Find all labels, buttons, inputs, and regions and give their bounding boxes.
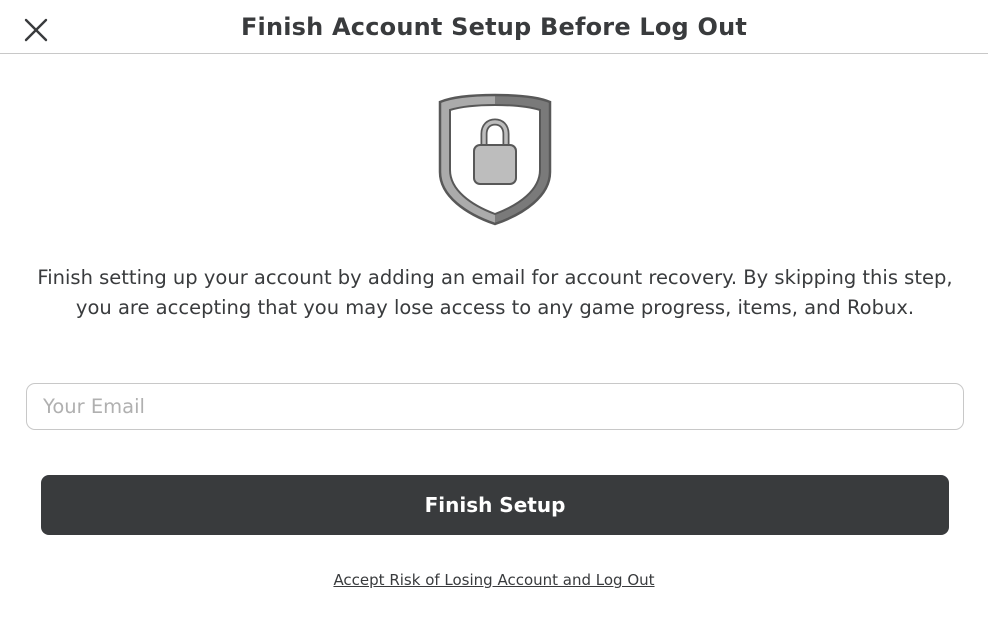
accept-risk-container: Accept Risk of Losing Account and Log Ou…: [0, 571, 988, 589]
dialog-header: Finish Account Setup Before Log Out: [0, 0, 988, 54]
accept-risk-link[interactable]: Accept Risk of Losing Account and Log Ou…: [333, 571, 654, 589]
finish-setup-button[interactable]: Finish Setup: [41, 475, 949, 535]
recovery-message: Finish setting up your account by adding…: [37, 266, 953, 319]
email-field[interactable]: [26, 383, 964, 430]
shield-lock-icon: [438, 93, 552, 226]
dialog-title: Finish Account Setup Before Log Out: [240, 13, 748, 41]
